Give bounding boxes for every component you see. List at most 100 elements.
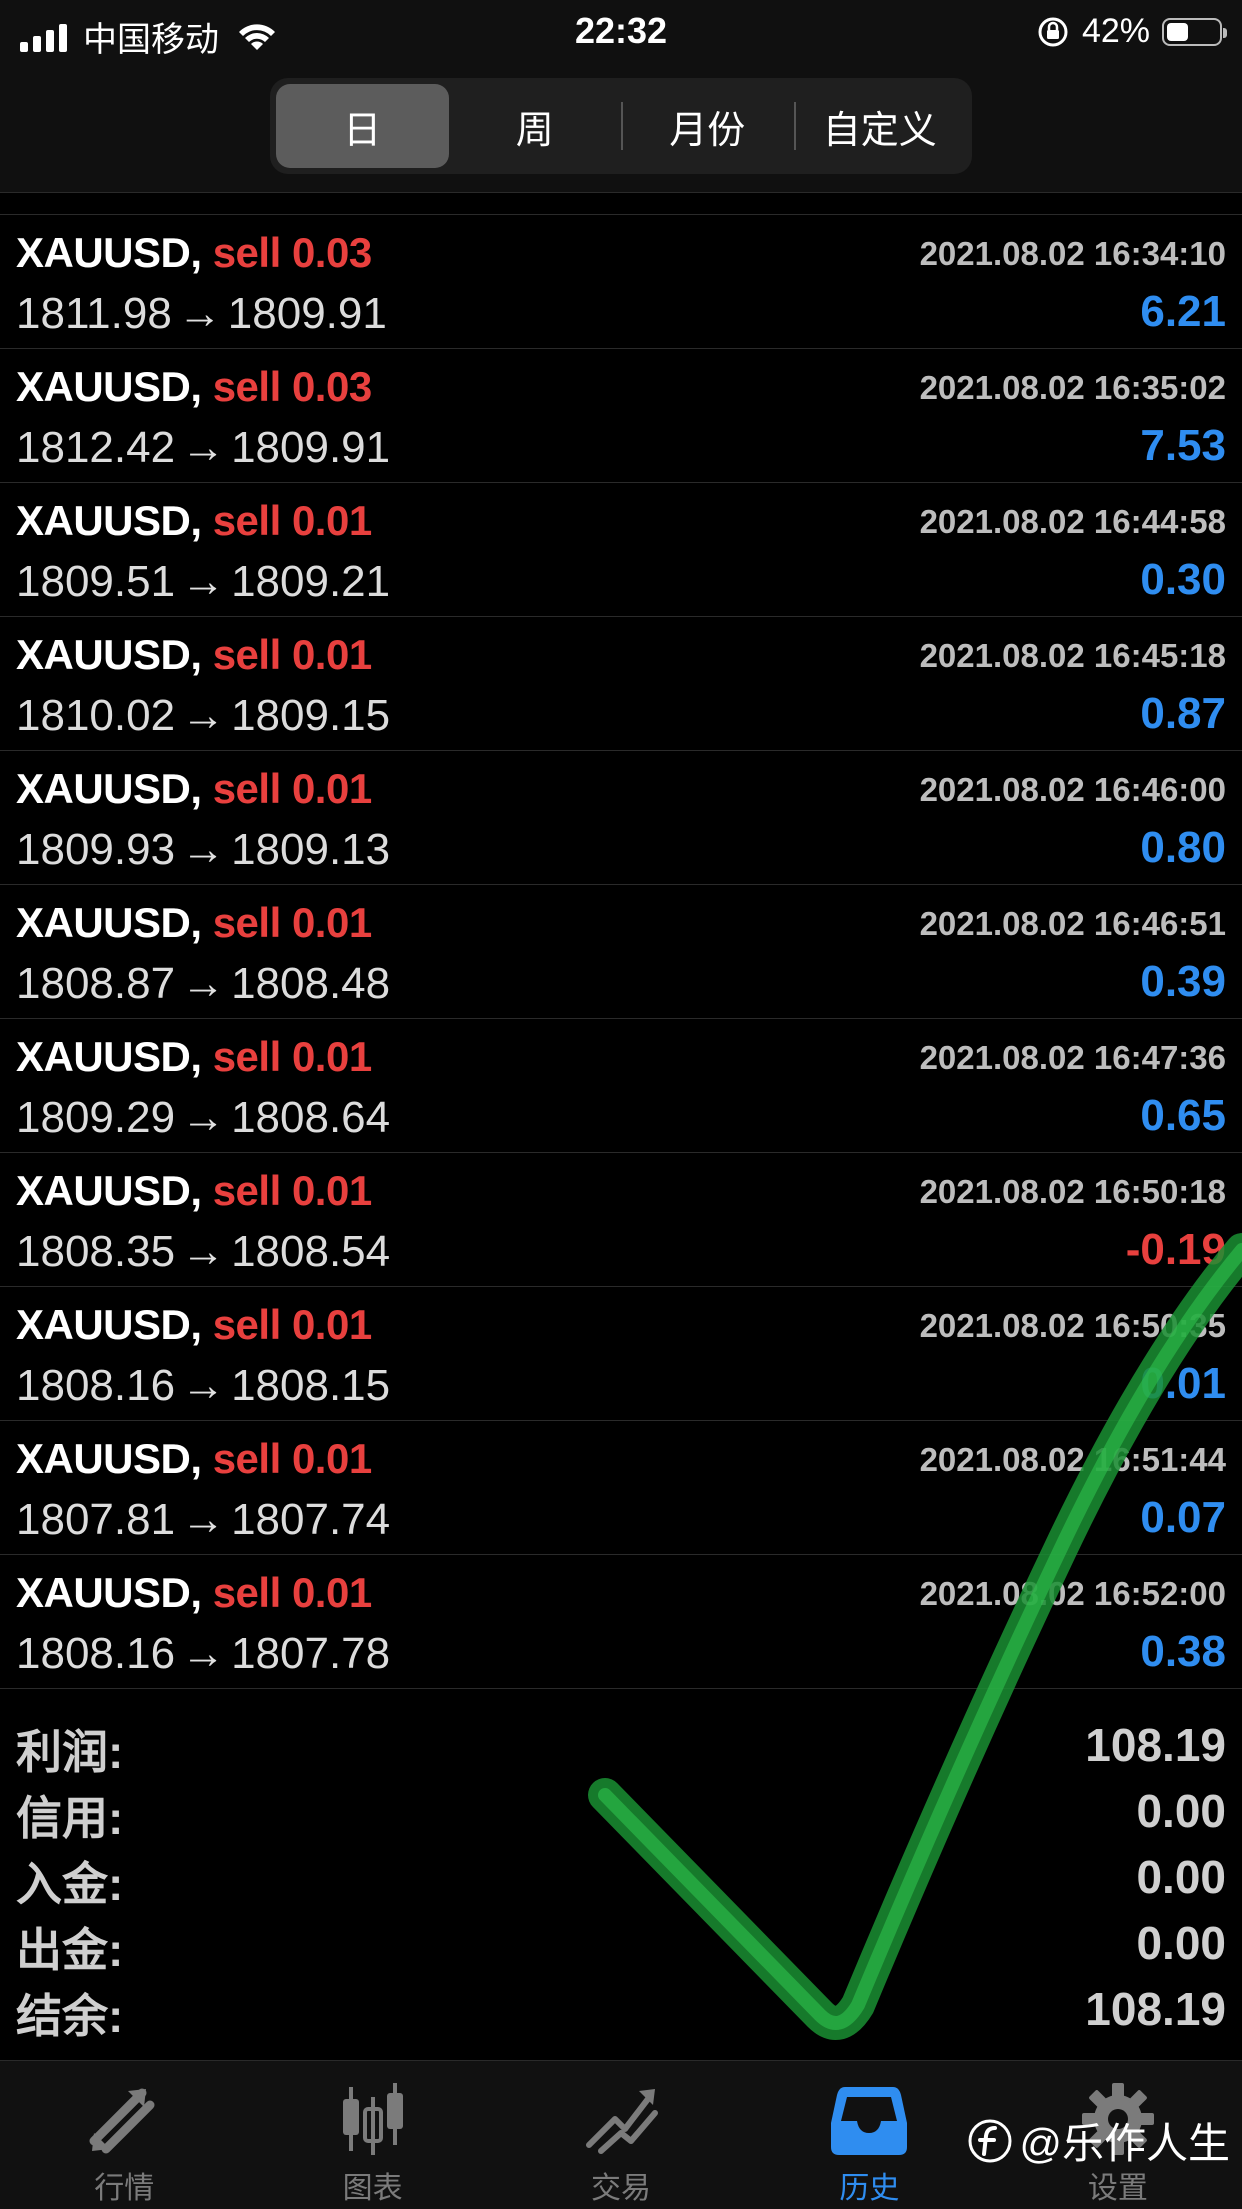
tab-label: 交易 — [591, 2172, 652, 2205]
deal-time: 2021.08.02 16:34:10 — [919, 235, 1226, 272]
candlestick-chart-icon — [342, 2083, 403, 2155]
deal-close-price: 1809.15 — [231, 691, 391, 740]
deal-symbol: XAUUSD, — [16, 631, 202, 678]
deal-close-price: 1808.54 — [231, 1227, 391, 1276]
deal-prices: 1808.16 → 1808.15 — [16, 1361, 390, 1411]
deal-row[interactable]: XAUUSD, sell 0.01 2021.08.02 16:50:35 1808… — [0, 1287, 1242, 1421]
battery-icon — [1162, 17, 1227, 46]
summary-value: 108.19 — [1085, 1719, 1226, 1771]
arrow-right-icon: → — [181, 1495, 226, 1544]
arrow-right-icon: → — [181, 691, 226, 740]
deal-close-price: 1809.91 — [231, 423, 391, 472]
watermark: @乐作人生 — [967, 2110, 1230, 2171]
deal-side: sell — [212, 765, 282, 812]
deal-row[interactable]: XAUUSD, sell 0.01 2021.08.02 16:51:44 1807… — [0, 1421, 1242, 1555]
deal-close-price: 1808.64 — [231, 1093, 391, 1142]
trade-chart-icon — [586, 2089, 659, 2154]
status-right: 42% — [1036, 12, 1227, 51]
deal-time: 2021.08.02 16:46:51 — [919, 905, 1226, 942]
deal-time: 2021.08.02 16:50:18 — [919, 1173, 1226, 1210]
deal-close-price: 1807.74 — [231, 1495, 391, 1544]
arrow-right-icon: → — [181, 959, 226, 1008]
deal-close-price: 1809.21 — [231, 557, 391, 606]
summary-value: 0.00 — [1136, 1851, 1226, 1903]
deal-open-price: 1808.87 — [16, 959, 176, 1008]
deal-symbol: XAUUSD, — [16, 1569, 202, 1616]
deal-close-price: 1808.48 — [231, 959, 391, 1008]
summary-label: 利润: — [16, 1726, 124, 1778]
deal-side: sell — [212, 1167, 282, 1214]
summary-label: 出金: — [16, 1924, 124, 1976]
deal-volume: 0.01 — [291, 1435, 372, 1482]
deal-profit: -0.19 — [1125, 1225, 1226, 1274]
deal-prices: 1809.29 → 1808.64 — [16, 1093, 390, 1143]
deal-title: XAUUSD, sell 0.01 — [16, 899, 372, 947]
deal-profit: 0.30 — [1140, 555, 1226, 604]
deal-row[interactable]: XAUUSD, sell 0.01 2021.08.02 16:47:36 1809… — [0, 1019, 1242, 1153]
deal-profit: 0.38 — [1140, 1627, 1226, 1676]
deal-row[interactable]: XAUUSD, sell 0.01 2021.08.02 16:46:51 1808… — [0, 885, 1242, 1019]
tabbar-item-history[interactable]: 历史 — [745, 2061, 993, 2209]
tabbar-item-trade[interactable]: 交易 — [497, 2061, 745, 2209]
arrow-right-icon: → — [181, 423, 226, 472]
deal-profit: 0.87 — [1140, 689, 1226, 738]
deal-time: 2021.08.02 16:51:44 — [919, 1441, 1226, 1478]
rotation-lock-icon — [1038, 17, 1068, 46]
tabbar-item-chart[interactable]: 图表 — [248, 2061, 496, 2209]
summary-balance: 结余: 108.19 — [0, 1976, 1242, 2042]
deal-open-price: 1809.51 — [16, 557, 176, 606]
deal-row[interactable]: XAUUSD, sell 0.01 2021.08.02 16:46:00 1809… — [0, 751, 1242, 885]
deal-symbol: XAUUSD, — [16, 1033, 202, 1080]
deal-side: sell — [212, 363, 282, 410]
tab-month[interactable]: 月份 — [621, 84, 794, 168]
deal-close-price: 1808.15 — [231, 1361, 391, 1410]
summary-label: 结余: — [16, 1990, 124, 2042]
deal-side: sell — [212, 1301, 282, 1348]
deal-profit: 0.07 — [1140, 1493, 1226, 1542]
summary-credit: 信用: 0.00 — [0, 1778, 1242, 1844]
deal-row[interactable]: XAUUSD, sell 0.01 2021.08.02 16:50:18 1808… — [0, 1153, 1242, 1287]
status-bar: 中国移动 22:32 42% — [0, 0, 1242, 64]
deal-open-price: 1807.81 — [16, 1495, 176, 1544]
tab-custom[interactable]: 自定义 — [793, 84, 967, 168]
partial-row-above — [0, 192, 1242, 215]
deal-title: XAUUSD, sell 0.01 — [16, 1167, 372, 1215]
deal-side: sell — [212, 229, 282, 276]
tab-label: 历史 — [839, 2172, 900, 2205]
history-header: 日 周 月份 自定义 — [0, 64, 1242, 193]
deal-side: sell — [212, 1569, 282, 1616]
deal-side: sell — [212, 497, 282, 544]
tab-week[interactable]: 周 — [449, 84, 622, 168]
deal-title: XAUUSD, sell 0.01 — [16, 1033, 372, 1081]
deal-row[interactable]: XAUUSD, sell 0.03 2021.08.02 16:35:02 1812… — [0, 349, 1242, 483]
deal-symbol: XAUUSD, — [16, 1435, 202, 1482]
tab-day[interactable]: 日 — [276, 84, 449, 168]
deal-row[interactable]: XAUUSD, sell 0.03 2021.08.02 16:34:10 1811… — [0, 215, 1242, 349]
summary-deposit: 入金: 0.00 — [0, 1844, 1242, 1910]
deal-list[interactable]: XAUUSD, sell 0.03 2021.08.02 16:34:10 1811… — [0, 192, 1242, 1689]
deal-symbol: XAUUSD, — [16, 1301, 202, 1348]
deal-title: XAUUSD, sell 0.01 — [16, 631, 372, 679]
deal-time: 2021.08.02 16:52:00 — [919, 1575, 1226, 1612]
quotes-arrows-icon — [89, 2088, 155, 2154]
deal-symbol: XAUUSD, — [16, 1167, 202, 1214]
deal-row[interactable]: XAUUSD, sell 0.01 2021.08.02 16:52:00 1808… — [0, 1555, 1242, 1689]
deal-row[interactable]: XAUUSD, sell 0.01 2021.08.02 16:44:58 1809… — [0, 483, 1242, 617]
arrow-right-icon: → — [177, 289, 222, 338]
deal-symbol: XAUUSD, — [16, 899, 202, 946]
arrow-right-icon: → — [181, 557, 226, 606]
deal-profit: 0.80 — [1140, 823, 1226, 872]
tabbar-item-quotes[interactable]: 行情 — [0, 2061, 248, 2209]
deal-time: 2021.08.02 16:46:00 — [919, 771, 1226, 808]
deal-symbol: XAUUSD, — [16, 363, 202, 410]
watermark-text: @乐作人生 — [1019, 2120, 1230, 2167]
summary-panel: 利润: 108.19 信用: 0.00 入金: 0.00 出金: 0.00 结余… — [0, 1712, 1242, 2042]
deal-open-price: 1808.16 — [16, 1361, 176, 1410]
deal-prices: 1808.35 → 1808.54 — [16, 1227, 390, 1277]
history-inbox-icon — [831, 2087, 908, 2155]
period-segmented-control: 日 周 月份 自定义 — [270, 78, 972, 174]
deal-volume: 0.01 — [291, 1033, 372, 1080]
deal-profit: 0.39 — [1140, 957, 1226, 1006]
deal-row[interactable]: XAUUSD, sell 0.01 2021.08.02 16:45:18 1810… — [0, 617, 1242, 751]
summary-value: 0.00 — [1136, 1785, 1226, 1837]
